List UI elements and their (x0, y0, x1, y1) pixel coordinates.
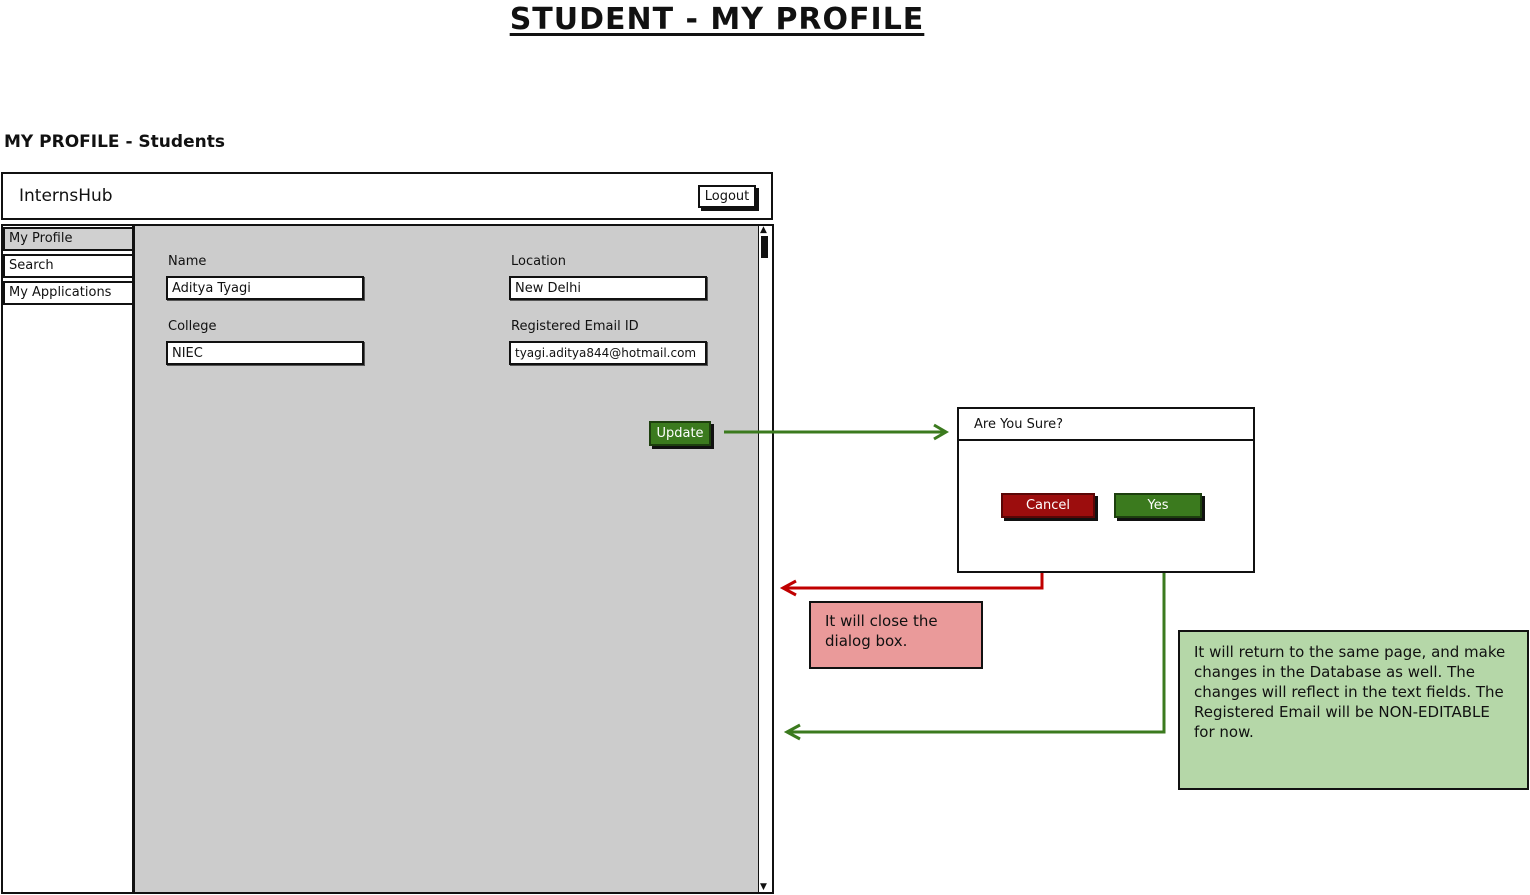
yes-button[interactable]: Yes (1114, 493, 1202, 518)
confirm-dialog: Are You Sure? Cancel Yes (957, 407, 1255, 573)
dialog-title: Are You Sure? (959, 409, 1253, 441)
yes-note: It will return to the same page, and mak… (1178, 630, 1529, 790)
cancel-note: It will close the dialog box. (809, 601, 983, 669)
cancel-button[interactable]: Cancel (1001, 493, 1095, 518)
